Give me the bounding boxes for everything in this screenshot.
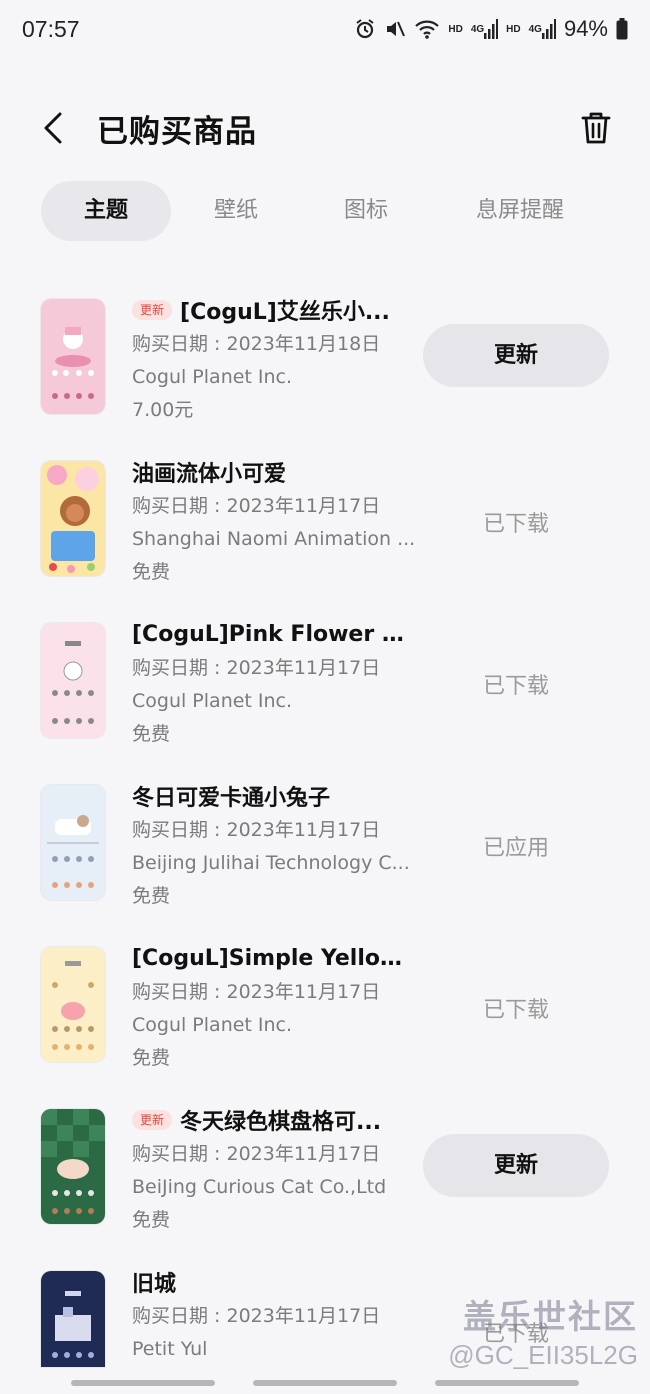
nav-back[interactable] — [435, 1380, 579, 1386]
status-time: 07:57 — [22, 15, 80, 42]
download-status: 已下载 — [482, 998, 549, 1023]
delete-button[interactable] — [578, 108, 614, 148]
theme-thumbnail — [41, 1109, 105, 1224]
item-info: 更新 [CoguL]艾丝乐小... 购买日期 : 2023年11月18日 Cog… — [132, 292, 417, 427]
signal-icon: 4G — [470, 19, 499, 39]
price: 7.00元 — [132, 399, 194, 421]
item-name: [CoguL]Simple Yellow... — [132, 945, 417, 971]
navigation-bar — [0, 1376, 650, 1394]
theme-thumbnail — [41, 461, 105, 576]
purchase-date: 购买日期 : 2023年11月17日 — [132, 1143, 381, 1165]
vendor-name: Shanghai Naomi Animation ... — [132, 528, 416, 550]
purchase-date: 购买日期 : 2023年11月17日 — [132, 1305, 381, 1327]
signal-icon-2: 4G — [529, 19, 556, 39]
item-name: 冬日可爱卡通小兔子 — [132, 786, 331, 811]
list-item[interactable]: 油画流体小可爱 购买日期 : 2023年11月17日 Shanghai Naom… — [0, 442, 650, 604]
price: 免费 — [132, 1209, 171, 1231]
nav-recents[interactable] — [71, 1380, 215, 1386]
download-status: 已下载 — [482, 674, 549, 699]
vendor-name: Petit Yul — [132, 1338, 208, 1360]
alarm-icon — [354, 18, 376, 40]
theme-thumbnail — [41, 947, 105, 1062]
item-name: [CoguL]Pink Flower G... — [132, 621, 417, 647]
vendor-name: Cogul Planet Inc. — [132, 690, 293, 712]
back-arrow-icon — [44, 112, 62, 144]
item-info: 更新 冬天绿色棋盘格可... 购买日期 : 2023年11月17日 BeiJin… — [132, 1102, 417, 1237]
download-status: 已下载 — [482, 512, 549, 537]
price: 免费 — [132, 885, 171, 907]
purchase-date: 购买日期 : 2023年11月18日 — [132, 333, 381, 355]
vendor-name: Cogul Planet Inc. — [132, 1014, 293, 1036]
applied-status: 已应用 — [482, 836, 549, 861]
purchase-date: 购买日期 : 2023年11月17日 — [132, 657, 381, 679]
item-info: 冬日可爱卡通小兔子 购买日期 : 2023年11月17日 Beijing Jul… — [132, 778, 417, 913]
item-info: [CoguL]Pink Flower G... 购买日期 : 2023年11月1… — [132, 616, 417, 751]
back-button[interactable] — [36, 108, 72, 148]
item-name: 冬天绿色棋盘格可... — [180, 1110, 382, 1135]
battery-icon — [616, 18, 628, 40]
tab-wallpapers[interactable]: 壁纸 — [171, 181, 301, 241]
vendor-name: BeiJing Curious Cat Co.,Ltd — [132, 1176, 387, 1198]
item-info: 旧城 购买日期 : 2023年11月17日 Petit Yul — [132, 1264, 417, 1366]
update-badge: 更新 — [132, 300, 173, 320]
network-label: 4G — [470, 23, 485, 35]
theme-thumbnail — [41, 1271, 105, 1367]
category-tabs: 主题 壁纸 图标 息屏提醒 — [0, 181, 650, 243]
battery-level: 94% — [563, 16, 608, 41]
trash-icon — [581, 112, 611, 144]
watermark-handle: @GC_EII35L2G — [448, 1340, 638, 1370]
hd-label-2: HD — [506, 23, 521, 35]
item-info: [CoguL]Simple Yellow... 购买日期 : 2023年11月1… — [132, 940, 417, 1075]
tab-icons[interactable]: 图标 — [301, 181, 431, 241]
wifi-icon — [414, 18, 440, 40]
app-header: 已购买商品 — [0, 92, 650, 166]
tab-themes[interactable]: 主题 — [41, 181, 171, 241]
status-bar: 07:57 HD 4G HD 4G 94% — [0, 0, 650, 58]
list-item[interactable]: 更新 冬天绿色棋盘格可... 购买日期 : 2023年11月17日 BeiJin… — [0, 1090, 650, 1252]
status-icons: HD 4G HD 4G 94% — [354, 16, 628, 42]
item-info: 油画流体小可爱 购买日期 : 2023年11月17日 Shanghai Naom… — [132, 454, 417, 589]
page-title: 已购买商品 — [97, 114, 257, 150]
update-button[interactable]: 更新 — [423, 324, 609, 387]
vendor-name: Beijing Julihai Technology C... — [132, 852, 410, 874]
list-item[interactable]: [CoguL]Simple Yellow... 购买日期 : 2023年11月1… — [0, 928, 650, 1090]
nav-home[interactable] — [253, 1380, 397, 1386]
price: 免费 — [132, 723, 171, 745]
item-name: 油画流体小可爱 — [132, 462, 287, 487]
vendor-name: Cogul Planet Inc. — [132, 366, 293, 388]
watermark-title: 盖乐世社区 — [463, 1298, 638, 1335]
price: 免费 — [132, 1047, 171, 1069]
list-item[interactable]: [CoguL]Pink Flower G... 购买日期 : 2023年11月1… — [0, 604, 650, 766]
item-name: 旧城 — [132, 1272, 177, 1297]
item-name: [CoguL]艾丝乐小... — [180, 300, 390, 325]
network-label-2: 4G — [528, 23, 542, 35]
theme-thumbnail — [41, 299, 105, 414]
purchase-date: 购买日期 : 2023年11月17日 — [132, 495, 381, 517]
price: 免费 — [132, 561, 171, 583]
theme-thumbnail — [41, 785, 105, 900]
list-item[interactable]: 更新 [CoguL]艾丝乐小... 购买日期 : 2023年11月18日 Cog… — [0, 280, 650, 442]
theme-thumbnail — [41, 623, 105, 738]
update-badge: 更新 — [132, 1110, 173, 1130]
purchase-date: 购买日期 : 2023年11月17日 — [132, 819, 381, 841]
mute-icon — [384, 18, 406, 40]
purchase-date: 购买日期 : 2023年11月17日 — [132, 981, 381, 1003]
hd-label: HD — [448, 23, 463, 35]
list-item[interactable]: 冬日可爱卡通小兔子 购买日期 : 2023年11月17日 Beijing Jul… — [0, 766, 650, 928]
update-button[interactable]: 更新 — [423, 1134, 609, 1197]
watermark: 盖乐世社区 @GC_EII35L2G — [448, 1290, 638, 1371]
tab-aod[interactable]: 息屏提醒 — [440, 181, 600, 241]
